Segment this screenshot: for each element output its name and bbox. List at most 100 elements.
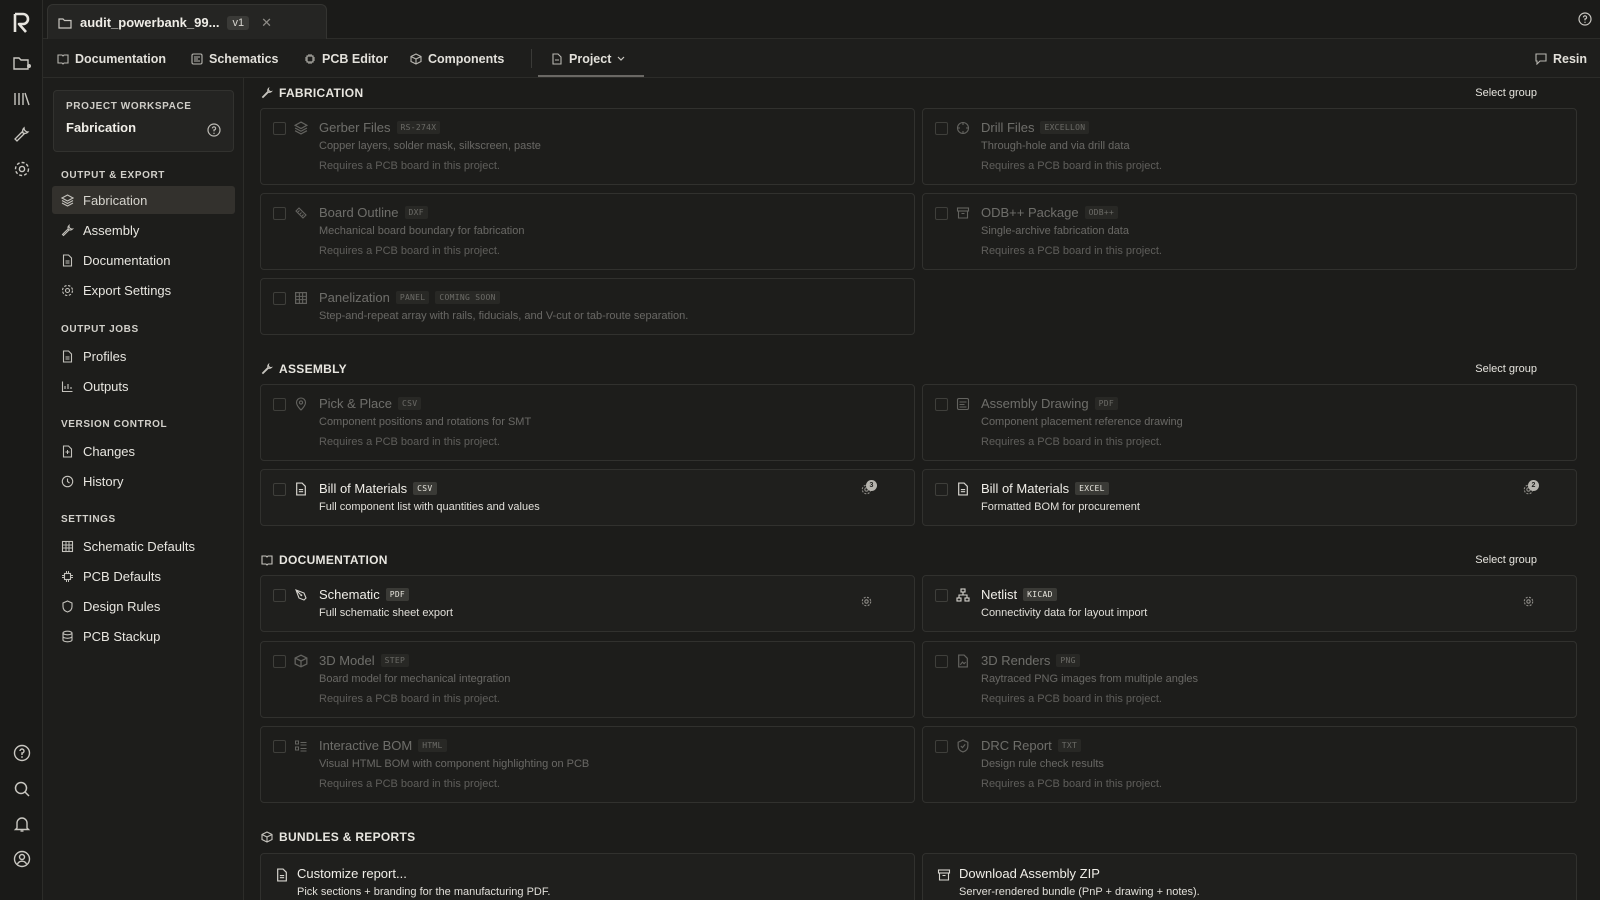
- select-group-fabrication[interactable]: Select group: [1475, 87, 1537, 99]
- checkbox[interactable]: [273, 398, 286, 411]
- checkbox[interactable]: [273, 655, 286, 668]
- format-tag: ODB++: [1084, 206, 1119, 219]
- card-title: Netlist KICAD: [981, 587, 1057, 602]
- section-output-jobs: OUTPUT JOBS: [61, 324, 139, 335]
- card-description: Mechanical board boundary for fabricatio…: [319, 225, 525, 237]
- user-icon[interactable]: [11, 848, 33, 870]
- download-assembly-zip-card[interactable]: Download Assembly ZIP Server-rendered bu…: [922, 853, 1577, 900]
- layers-icon: [61, 193, 74, 207]
- output-card-odb[interactable]: ODB++ Package ODB++ Single-archive fabric…: [922, 193, 1577, 270]
- format-tag: CSV: [413, 482, 437, 495]
- sidebar-item-changes[interactable]: Changes: [52, 437, 235, 465]
- card-description: Visual HTML BOM with component highlight…: [319, 758, 590, 770]
- output-card-3d-renders[interactable]: 3D Renders PNG Raytraced PNG images from …: [922, 641, 1577, 718]
- configure-gear-icon[interactable]: [861, 596, 872, 607]
- checkbox[interactable]: [273, 122, 286, 135]
- help-icon[interactable]: [1578, 12, 1592, 26]
- wrench-icon[interactable]: [11, 123, 33, 145]
- output-card-interactive-bom[interactable]: Interactive BOM HTML Visual HTML BOM with…: [260, 726, 915, 803]
- sidebar-item-pcb-defaults[interactable]: PCB Defaults: [52, 562, 235, 590]
- card-title-text: ODB++ Package: [981, 205, 1079, 220]
- card-requirement: Requires a PCB board in this project.: [981, 778, 1162, 790]
- file-text-icon: [61, 253, 74, 267]
- sidebar-item-label: Assembly: [83, 222, 140, 238]
- checkbox[interactable]: [273, 589, 286, 602]
- customize-report-card[interactable]: Customize report... Pick sections + bran…: [260, 853, 915, 900]
- document-tab[interactable]: audit_powerbank_99... v1 ✕: [47, 4, 327, 40]
- output-card-schematic[interactable]: Schematic PDF Full schematic sheet export: [260, 575, 915, 632]
- section-settings: SETTINGS: [61, 514, 116, 525]
- sidebar-item-label: PCB Defaults: [83, 568, 162, 584]
- library-icon[interactable]: [11, 88, 33, 110]
- sidebar-item-pcb-stackup[interactable]: PCB Stackup: [52, 622, 235, 650]
- sidebar-item-outputs[interactable]: Outputs: [52, 372, 235, 400]
- format-tag: PDF: [385, 588, 410, 601]
- sidebar-item-profiles[interactable]: Profiles: [52, 342, 235, 370]
- help-icon[interactable]: [207, 123, 221, 137]
- card-description: Pick sections + branding for the manufac…: [297, 886, 551, 898]
- grid-icon: [61, 540, 74, 553]
- nav-schematics[interactable]: Schematics: [191, 39, 278, 78]
- checkbox[interactable]: [273, 207, 286, 220]
- card-title-text: Bill of Materials: [319, 481, 408, 496]
- card-title: Gerber Files RS-274X: [319, 120, 441, 135]
- nav-pcb-editor[interactable]: PCB Editor: [304, 39, 388, 78]
- workspace-card[interactable]: PROJECT WORKSPACE Fabrication: [53, 90, 234, 152]
- sidebar-item-history[interactable]: History: [52, 467, 235, 495]
- checkbox[interactable]: [935, 398, 948, 411]
- folder-icon[interactable]: [11, 52, 33, 74]
- section-version-control: VERSION CONTROL: [61, 419, 168, 430]
- checkbox[interactable]: [273, 740, 286, 753]
- nav-documentation[interactable]: Documentation: [57, 39, 166, 78]
- logo-icon[interactable]: [11, 12, 33, 34]
- nav-project[interactable]: Project: [551, 39, 625, 78]
- nav-resin-label: Resin: [1553, 51, 1588, 66]
- close-tab-icon[interactable]: ✕: [261, 15, 272, 31]
- output-card-pick-place[interactable]: Pick & Place CSV Component positions and …: [260, 384, 915, 461]
- sidebar-item-design-rules[interactable]: Design Rules: [52, 592, 235, 620]
- sidebar-item-assembly[interactable]: Assembly: [52, 216, 235, 244]
- database-icon: [61, 630, 74, 643]
- checkbox[interactable]: [935, 483, 948, 496]
- output-card-assembly-drawing[interactable]: Assembly Drawing PDF Component placement …: [922, 384, 1577, 461]
- checkbox[interactable]: [273, 292, 286, 305]
- output-card-drc-report[interactable]: DRC Report TXT Design rule check results …: [922, 726, 1577, 803]
- configure-gear-icon[interactable]: 2: [1523, 480, 1539, 495]
- nav-components-label: Components: [428, 51, 505, 66]
- search-icon[interactable]: [11, 778, 33, 800]
- nav-components[interactable]: Components: [410, 39, 504, 78]
- select-group-assembly[interactable]: Select group: [1475, 363, 1537, 375]
- nav-resin[interactable]: Resin: [1535, 39, 1587, 78]
- checkbox[interactable]: [273, 483, 286, 496]
- output-card-3d-model[interactable]: 3D Model STEP Board model for mechanical …: [260, 641, 915, 718]
- checkbox[interactable]: [935, 589, 948, 602]
- checkbox[interactable]: [935, 122, 948, 135]
- sidebar-item-export-settings[interactable]: Export Settings: [52, 276, 235, 304]
- card-title-text: Panelization: [319, 290, 390, 305]
- output-card-netlist[interactable]: Netlist KICAD Connectivity data for layou…: [922, 575, 1577, 632]
- coming-soon-tag: COMING SOON: [435, 291, 500, 304]
- checkbox[interactable]: [935, 655, 948, 668]
- bell-icon[interactable]: [11, 813, 33, 835]
- card-title: Assembly Drawing PDF: [981, 396, 1119, 411]
- checkbox[interactable]: [935, 740, 948, 753]
- configure-gear-icon[interactable]: 3: [861, 480, 877, 495]
- card-title: Panelization PANEL COMING SOON: [319, 290, 500, 305]
- settings-icon[interactable]: [11, 158, 33, 180]
- card-title: Schematic PDF: [319, 587, 410, 602]
- output-card-drill[interactable]: Drill Files EXCELLON Through-hole and via…: [922, 108, 1577, 185]
- card-title: Board Outline DXF: [319, 205, 428, 220]
- checkbox[interactable]: [935, 207, 948, 220]
- sidebar-item-fabrication[interactable]: Fabrication: [52, 186, 235, 214]
- card-description: Through-hole and via drill data: [981, 140, 1130, 152]
- output-card-bom-csv[interactable]: Bill of Materials CSV Full component list…: [260, 469, 915, 526]
- output-card-board-outline[interactable]: Board Outline DXF Mechanical board bounda…: [260, 193, 915, 270]
- configure-gear-icon[interactable]: [1523, 596, 1534, 607]
- output-card-panelization[interactable]: Panelization PANEL COMING SOON Step-and-re…: [260, 278, 915, 335]
- sidebar-item-schematic-defaults[interactable]: Schematic Defaults: [52, 532, 235, 560]
- output-card-gerber[interactable]: Gerber Files RS-274X Copper layers, solde…: [260, 108, 915, 185]
- output-card-bom-excel[interactable]: Bill of Materials EXCEL Formatted BOM for…: [922, 469, 1577, 526]
- help-icon[interactable]: [11, 742, 33, 764]
- sidebar-item-documentation[interactable]: Documentation: [52, 246, 235, 274]
- select-group-documentation[interactable]: Select group: [1475, 554, 1537, 566]
